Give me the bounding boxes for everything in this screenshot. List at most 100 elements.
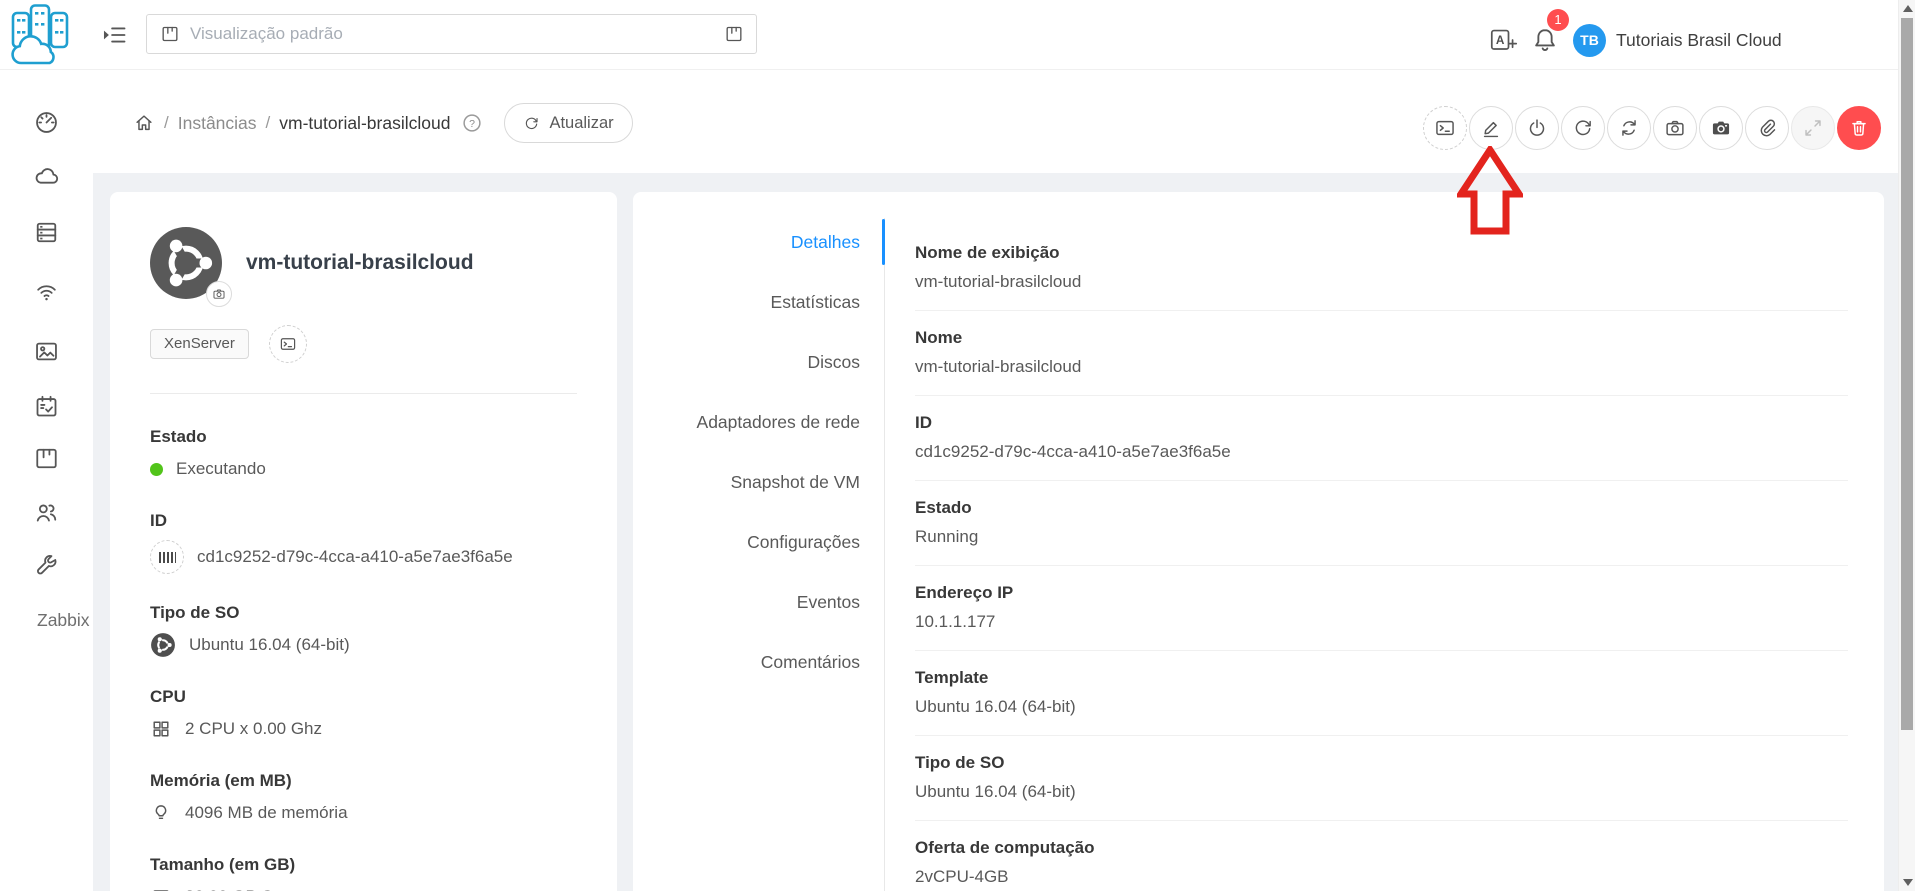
console-icon [280, 338, 296, 350]
scale-arrows-icon [1805, 120, 1821, 136]
notification-badge: 1 [1547, 9, 1569, 31]
tab-eventos[interactable]: Eventos [650, 572, 860, 632]
sidebar-item-zabbix[interactable]: Zabbix - [37, 610, 93, 631]
active-tab-indicator [882, 219, 885, 265]
power-button[interactable] [1515, 106, 1559, 150]
page-scrollbar[interactable] [1898, 0, 1915, 891]
search-input[interactable] [180, 24, 724, 44]
sidebar-item-events[interactable] [33, 393, 60, 420]
trash-icon [1852, 121, 1866, 136]
destroy-button[interactable] [1837, 106, 1881, 150]
tabs-divider [884, 218, 885, 891]
camera-icon [213, 289, 225, 299]
detail-tabs: Detalhes Estatísticas Discos Adaptadores… [633, 192, 885, 891]
tab-estatisticas[interactable]: Estatísticas [650, 272, 860, 332]
top-header: A 1 TB Tutoriais Brasil Cloud [0, 0, 1898, 70]
scale-button[interactable] [1791, 106, 1835, 150]
refresh-button[interactable]: Atualizar [504, 103, 633, 143]
breadcrumb-instances[interactable]: Instâncias [178, 113, 257, 134]
project-view-icon [162, 26, 178, 42]
vm-avatar[interactable] [150, 227, 232, 307]
vm-tags-row: XenServer [150, 325, 577, 363]
vm-head: vm-tutorial-brasilcloud [150, 192, 577, 307]
detail-compute-offering: Oferta de computação 2vCPU-4GB [915, 838, 1095, 886]
user-avatar[interactable]: TB [1573, 24, 1606, 57]
sidebar-item-storage[interactable] [33, 219, 60, 246]
edit-icon [1483, 121, 1499, 138]
bulb-icon [155, 805, 167, 820]
sync-icon [1622, 120, 1636, 136]
detail-name: Nome vm-tutorial-brasilcloud [915, 327, 1848, 396]
breadcrumb-separator: / [164, 113, 169, 132]
breadcrumb-action-bar: / Instâncias / vm-tutorial-brasilcloud ?… [93, 70, 1898, 173]
vm-title: vm-tutorial-brasilcloud [246, 251, 474, 274]
sidebar-toggle-icon[interactable] [100, 21, 128, 49]
open-console-button[interactable] [268, 325, 307, 363]
detail-os-type: Tipo de SO Ubuntu 16.04 (64-bit) [915, 752, 1848, 821]
vm-field-estado: Estado Executando [150, 427, 266, 478]
user-name[interactable]: Tutoriais Brasil Cloud [1616, 30, 1782, 51]
translate-icon[interactable]: A [1489, 25, 1519, 55]
recurring-snapshot-button[interactable] [1699, 106, 1743, 150]
cpu-grid-icon [153, 721, 169, 737]
hypervisor-tag: XenServer [150, 329, 249, 359]
vm-detail-card: Detalhes Estatísticas Discos Adaptadores… [633, 192, 1884, 891]
attach-iso-button[interactable] [1745, 106, 1789, 150]
camera-filled-icon [1712, 121, 1730, 135]
vm-field-memory: Memória (em MB) 4096 MB de memória [150, 771, 348, 822]
home-icon[interactable] [133, 112, 155, 134]
detail-id: ID cd1c9252-d79c-4cca-a410-a5e7ae3f6a5e [915, 412, 1848, 481]
sync-button[interactable] [1607, 106, 1651, 150]
uuid-barcode-icon [150, 540, 184, 574]
scrollbar-down-arrow[interactable] [1903, 879, 1913, 886]
vm-summary-card: vm-tutorial-brasilcloud XenServer Estado… [110, 192, 617, 891]
tab-adaptadores-de-rede[interactable]: Adaptadores de rede [650, 392, 860, 452]
sidebar-item-network[interactable] [33, 278, 60, 305]
view-filter-icon[interactable] [724, 24, 744, 44]
help-icon[interactable]: ? [461, 112, 483, 134]
annotation-arrow [1457, 146, 1523, 235]
left-sidebar: Zabbix - [0, 70, 93, 891]
reboot-icon [1575, 120, 1591, 136]
vm-field-size: Tamanho (em GB) 30.00 GB Storage [150, 854, 577, 891]
tab-detalhes[interactable]: Detalhes [650, 212, 860, 272]
breadcrumb: / Instâncias / vm-tutorial-brasilcloud ?… [133, 103, 633, 143]
detail-ip: Endereço IP 10.1.1.177 [915, 582, 1848, 651]
snapshot-button[interactable] [1653, 106, 1697, 150]
breadcrumb-current: vm-tutorial-brasilcloud [279, 112, 451, 133]
power-icon [1529, 119, 1545, 136]
paperclip-icon [1760, 119, 1776, 137]
vm-actions-toolbar [1423, 106, 1881, 150]
tab-discos[interactable]: Discos [650, 332, 860, 392]
vm-field-cpu: CPU 2 CPU x 0.00 Ghz [150, 687, 323, 738]
sidebar-item-images[interactable] [33, 338, 60, 365]
storage-box-icon [153, 890, 169, 891]
svg-text:?: ? [470, 118, 476, 130]
vm-field-os: Tipo de SO Ubuntu 16.04 (64-bit) [150, 602, 577, 658]
cloudstack-app: A 1 TB Tutoriais Brasil Cloud [0, 0, 1915, 891]
sidebar-item-accounts[interactable] [33, 499, 60, 526]
scrollbar-thumb[interactable] [1901, 18, 1913, 730]
tab-configuracoes[interactable]: Configurações [650, 512, 860, 572]
status-dot-running [150, 462, 163, 476]
detail-fields: Nome de exibição vm-tutorial-brasilcloud… [915, 242, 1848, 891]
detail-state: Estado Running [915, 497, 1848, 566]
console-icon [1436, 120, 1454, 136]
sidebar-item-tools[interactable] [33, 552, 60, 579]
tab-snapshot-de-vm[interactable]: Snapshot de VM [650, 452, 860, 512]
reboot-button[interactable] [1561, 106, 1605, 150]
vm-field-id: ID cd1c9252-d79c-4cca-a410-a5e7ae3f6a5e [150, 510, 577, 574]
sidebar-item-compute[interactable] [33, 164, 60, 191]
edit-button[interactable] [1469, 106, 1513, 150]
sidebar-item-projects[interactable] [33, 445, 60, 472]
divider [150, 393, 577, 394]
scrollbar-up-arrow[interactable] [1903, 5, 1913, 12]
svg-text:A: A [1496, 34, 1505, 47]
brand-logo-icon[interactable] [8, 3, 72, 65]
tab-comentarios[interactable]: Comentários [650, 632, 860, 692]
sidebar-item-dashboard[interactable] [33, 109, 60, 136]
console-button[interactable] [1423, 106, 1467, 150]
ubuntu-os-icon [151, 633, 175, 657]
project-view-search [146, 14, 757, 54]
avatar-camera-badge[interactable] [206, 281, 232, 307]
